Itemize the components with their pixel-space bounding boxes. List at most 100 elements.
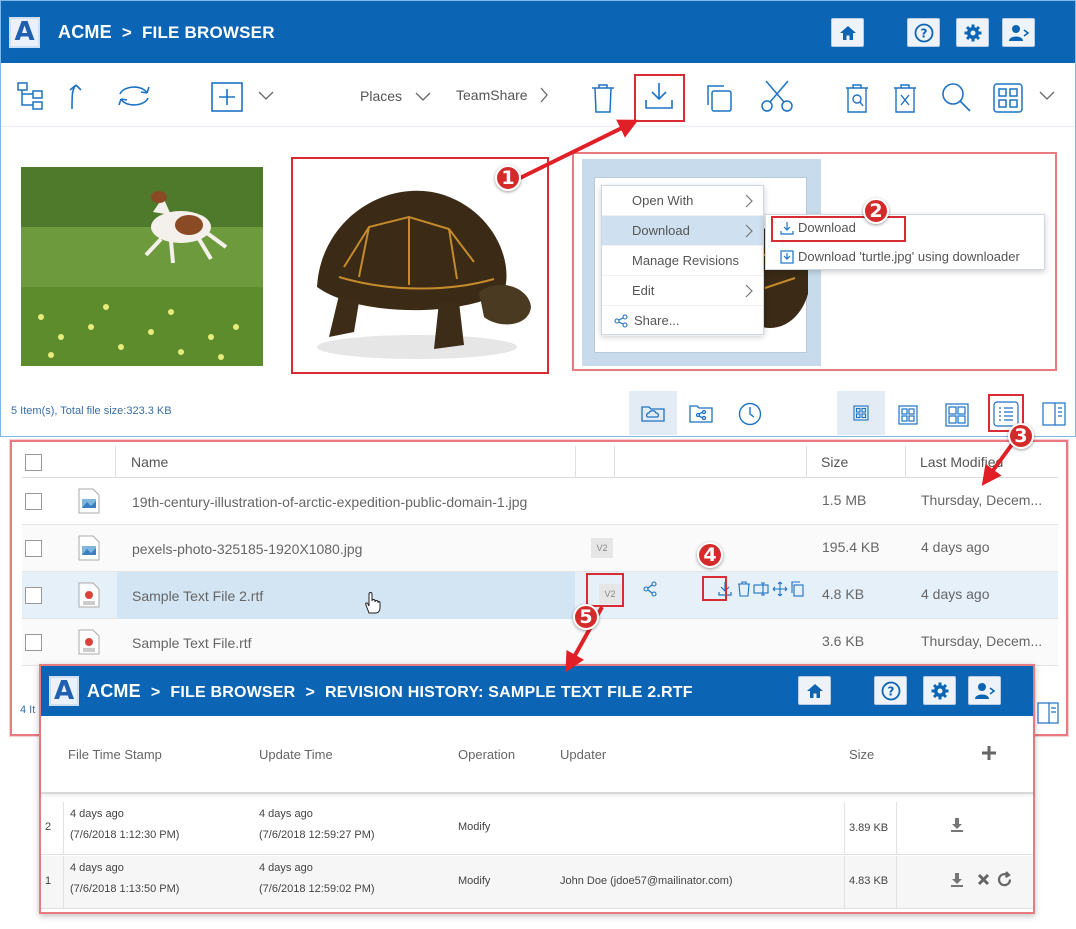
copy-button[interactable] xyxy=(703,82,735,114)
gear-icon xyxy=(931,682,948,699)
medium-thumbs-view-button[interactable] xyxy=(898,405,920,427)
search-button[interactable] xyxy=(939,80,973,114)
row-checkbox[interactable] xyxy=(25,634,42,651)
col-update-time[interactable]: Update Time xyxy=(259,747,333,762)
menu-download[interactable]: Download xyxy=(602,216,763,246)
goat-thumbnail[interactable] xyxy=(21,167,263,366)
breadcrumb-file-browser[interactable]: FILE BROWSER xyxy=(170,684,295,701)
col-size[interactable]: Size xyxy=(821,454,848,470)
brand-label[interactable]: ACME xyxy=(87,681,141,701)
chevron-right-icon xyxy=(745,284,753,298)
col-size[interactable]: Size xyxy=(849,747,874,762)
file-row[interactable]: 19th-century-illustration-of-arctic-expe… xyxy=(22,478,1058,525)
scissors-icon xyxy=(761,80,793,112)
user-button[interactable] xyxy=(1002,18,1035,47)
search-trash-button[interactable] xyxy=(843,81,871,115)
cloud-button[interactable] xyxy=(629,391,677,435)
help-button[interactable]: ? xyxy=(907,18,940,47)
refresh-button[interactable] xyxy=(113,80,155,112)
chevron-right-icon xyxy=(745,194,753,208)
menu-open-with[interactable]: Open With xyxy=(602,186,763,216)
gear-icon xyxy=(964,24,981,41)
menu-manage-revisions[interactable]: Manage Revisions xyxy=(602,246,763,276)
revision-row[interactable]: 1 4 days ago (7/6/2018 1:13:50 PM) 4 day… xyxy=(41,856,1033,909)
revision-number: 2 xyxy=(45,821,52,833)
user-button[interactable] xyxy=(968,676,1001,705)
up-button[interactable] xyxy=(61,80,91,112)
row-checkbox[interactable] xyxy=(25,587,42,604)
acme-logo: A xyxy=(49,676,79,706)
settings-button[interactable] xyxy=(956,18,989,47)
cut-button[interactable] xyxy=(759,78,795,114)
empty-trash-button[interactable] xyxy=(891,81,919,115)
callout-3: 3 xyxy=(1008,423,1034,449)
places-menu[interactable]: Places xyxy=(360,88,402,104)
restore-revision-icon[interactable] xyxy=(996,871,1013,888)
delete-button[interactable] xyxy=(589,81,617,115)
add-revision-icon[interactable] xyxy=(981,745,997,761)
file-row[interactable]: Sample Text File.rtf 3.6 KB Thursday, De… xyxy=(22,619,1058,666)
menu-edit[interactable]: Edit xyxy=(602,276,763,306)
version-highlight-box xyxy=(586,573,624,607)
callout-1: 1 xyxy=(495,165,521,191)
acme-logo: A xyxy=(9,16,40,48)
file-name[interactable]: 19th-century-illustration-of-arctic-expe… xyxy=(132,494,527,510)
teamshare-next[interactable] xyxy=(537,86,551,104)
chevron-down-icon xyxy=(415,92,431,101)
image-file-icon xyxy=(78,488,100,514)
submenu-download-downloader[interactable]: Download 'turtle.jpg' using downloader xyxy=(780,249,1020,264)
help-icon: ? xyxy=(914,23,933,42)
new-dropdown-button[interactable] xyxy=(257,87,275,105)
row-checkbox[interactable] xyxy=(25,540,42,557)
download-icon[interactable] xyxy=(949,817,965,833)
brand-label[interactable]: ACME xyxy=(58,22,112,42)
shared-button[interactable] xyxy=(689,403,713,425)
clock-icon xyxy=(738,402,762,426)
places-dropdown[interactable] xyxy=(414,88,432,106)
file-row-selected[interactable]: Sample Text File 2.rtf V2 4.8 KB 4 days … xyxy=(22,572,1058,619)
download-icon[interactable] xyxy=(949,872,965,888)
app-header: A ACME > FILE BROWSER ? xyxy=(1,1,1075,63)
file-row[interactable]: pexels-photo-325185-1920X1080.jpg V2 195… xyxy=(22,525,1058,572)
new-button[interactable] xyxy=(211,81,243,113)
goat-image xyxy=(21,167,263,366)
col-name[interactable]: Name xyxy=(131,454,168,470)
file-name[interactable]: Sample Text File.rtf xyxy=(132,635,252,651)
small-grid-icon xyxy=(853,405,869,421)
row-download-highlight xyxy=(702,576,727,601)
file-name[interactable]: pexels-photo-325185-1920X1080.jpg xyxy=(132,541,362,557)
view-dropdown[interactable] xyxy=(1038,88,1056,104)
select-all-checkbox[interactable] xyxy=(25,454,42,471)
settings-button[interactable] xyxy=(923,676,956,705)
menu-share[interactable]: Share... xyxy=(602,306,763,336)
revision-update-rel: 4 days ago xyxy=(259,862,313,874)
small-thumbs-view-button[interactable] xyxy=(837,391,885,435)
recent-button[interactable] xyxy=(738,402,762,426)
cloud-folder-icon xyxy=(641,406,665,422)
col-last-modified[interactable]: Last Modified xyxy=(920,454,1003,470)
view-mode-button[interactable] xyxy=(992,82,1024,114)
version-badge[interactable]: V2 xyxy=(591,538,613,558)
col-operation[interactable]: Operation xyxy=(458,747,515,762)
breadcrumb-file-browser[interactable]: FILE BROWSER xyxy=(142,23,275,42)
revision-row[interactable]: 2 4 days ago (7/6/2018 1:12:30 PM) 4 day… xyxy=(41,802,1033,855)
copy-icon xyxy=(707,85,732,112)
file-size: 1.5 MB xyxy=(822,492,867,508)
delete-revision-icon[interactable] xyxy=(977,873,990,886)
row-checkbox[interactable] xyxy=(25,493,42,510)
revision-update-rel: 4 days ago xyxy=(259,808,313,820)
col-divider xyxy=(806,446,807,478)
trash-x-icon xyxy=(894,84,916,113)
col-updater[interactable]: Updater xyxy=(560,747,606,762)
tree-view-button[interactable] xyxy=(15,80,47,112)
help-button[interactable]: ? xyxy=(874,676,907,705)
large-grid-icon xyxy=(945,403,969,427)
details-pane-button[interactable] xyxy=(1042,402,1066,426)
home-button[interactable] xyxy=(798,676,831,705)
revision-operation: Modify xyxy=(458,875,491,887)
home-button[interactable] xyxy=(831,18,864,47)
col-file-time-stamp[interactable]: File Time Stamp xyxy=(68,747,162,762)
file-name[interactable]: Sample Text File 2.rtf xyxy=(132,588,263,604)
large-thumbs-view-button[interactable] xyxy=(945,403,969,427)
teamshare-menu[interactable]: TeamShare xyxy=(456,87,528,103)
